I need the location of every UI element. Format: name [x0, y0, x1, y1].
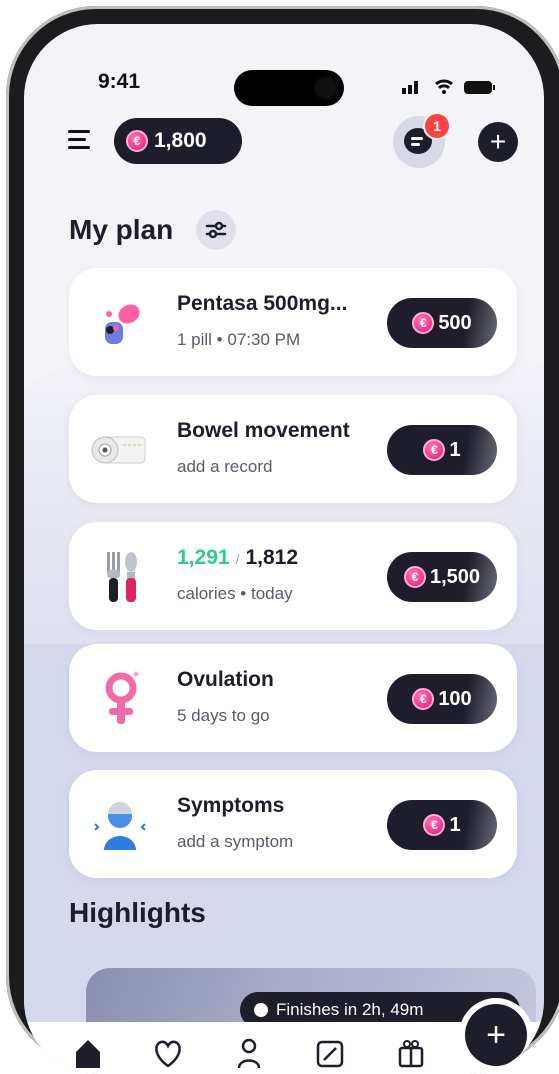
plan-card-symptoms[interactable]: Symptoms add a symptom € 1	[69, 770, 517, 878]
card-title: Bowel movement	[177, 419, 350, 442]
coin-balance: 1,800	[154, 129, 207, 152]
menu-icon[interactable]	[68, 130, 92, 150]
app-screen: 9:41 € 1,800 1 + My plan Pentasa 500mg..…	[24, 24, 544, 1074]
coin-icon: €	[126, 130, 148, 152]
card-subtitle: 1 pill • 07:30 PM	[177, 330, 301, 349]
coin-icon: €	[423, 439, 446, 461]
floating-add-button[interactable]: +	[465, 1004, 527, 1066]
card-title: Pentasa 500mg...	[177, 292, 348, 315]
pill-icon	[105, 304, 140, 344]
reward-pill[interactable]: € 1	[387, 425, 497, 475]
reward-value: 1,500	[429, 565, 481, 588]
calories-current: 1,291	[177, 546, 230, 569]
clock-icon	[254, 1003, 268, 1017]
person-icon	[94, 802, 146, 850]
wifi-icon	[435, 79, 453, 86]
reward-pill[interactable]: € 1,500	[387, 552, 497, 602]
plan-card-medication[interactable]: Pentasa 500mg... 1 pill • 07:30 PM € 500	[69, 268, 517, 376]
reward-pill[interactable]: € 100	[387, 674, 497, 724]
status-icons	[402, 79, 495, 94]
sliders-icon	[205, 221, 227, 239]
toilet-paper-icon	[91, 436, 146, 464]
card-subtitle: 5 days to go	[177, 706, 270, 725]
plus-icon: +	[486, 1015, 506, 1054]
coin-icon: €	[412, 688, 435, 710]
coin-icon: €	[403, 566, 426, 588]
calorie-counter: 1,291 / 1,812	[177, 546, 298, 570]
battery-icon	[464, 81, 492, 94]
dynamic-island	[234, 70, 344, 106]
plan-card-bowel[interactable]: Bowel movement add a record € 1	[69, 395, 517, 503]
signal-icon	[402, 88, 406, 94]
status-bar: 9:41	[24, 24, 544, 106]
heart-icon[interactable]	[150, 1034, 186, 1070]
card-subtitle: add a record	[177, 457, 273, 476]
phone-frame: 9:41 € 1,800 1 + My plan Pentasa 500mg..…	[6, 6, 559, 1074]
gift-icon[interactable]	[393, 1034, 429, 1070]
plan-card-calories[interactable]: 1,291 / 1,812 calories • today € 1,500	[69, 522, 517, 630]
reward-value: 500	[438, 311, 472, 334]
card-subtitle: calories • today	[177, 584, 293, 603]
fork-knife-icon	[107, 552, 137, 602]
reward-value: 100	[438, 687, 472, 710]
symptoms-icon[interactable]	[231, 1034, 267, 1070]
card-title: Symptoms	[177, 794, 285, 817]
female-symbol-icon	[105, 671, 139, 724]
card-subtitle: add a symptom	[177, 832, 294, 851]
home-icon[interactable]	[70, 1034, 106, 1070]
plan-card-ovulation[interactable]: Ovulation 5 days to go € 100	[69, 644, 517, 752]
top-bar: € 1,800 1 +	[24, 112, 544, 172]
coupon-icon[interactable]	[312, 1034, 348, 1070]
reward-pill[interactable]: € 500	[387, 298, 497, 348]
coin-icon: €	[412, 312, 435, 334]
coin-balance-pill[interactable]: € 1,800	[114, 118, 242, 164]
plus-icon: +	[489, 126, 507, 157]
coin-icon: €	[423, 814, 446, 836]
add-button[interactable]: +	[478, 122, 518, 162]
card-title: Ovulation	[177, 668, 274, 691]
notification-badge: 1	[423, 112, 451, 140]
page-title: My plan	[69, 214, 174, 245]
highlights-title: Highlights	[69, 897, 206, 928]
timer-text: Finishes in 2h, 49m	[276, 1000, 424, 1019]
reward-value: 1	[449, 438, 461, 461]
reward-value: 1	[449, 813, 461, 836]
calories-total: 1,812	[245, 546, 299, 569]
calories-separator: /	[235, 551, 240, 567]
reward-pill[interactable]: € 1	[387, 800, 497, 850]
status-time: 9:41	[98, 70, 141, 93]
filter-button[interactable]	[196, 210, 236, 250]
